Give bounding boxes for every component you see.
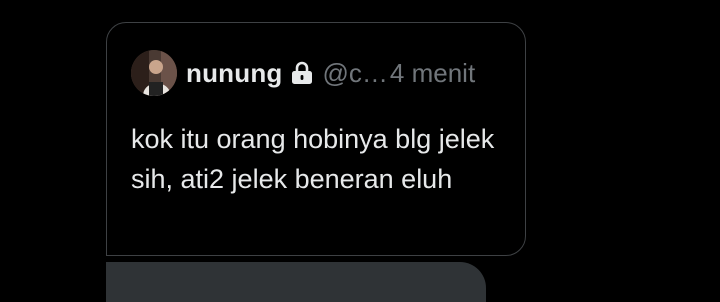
lock-icon xyxy=(289,61,315,85)
display-name[interactable]: nunung xyxy=(186,58,283,89)
user-avatar-icon xyxy=(131,50,177,96)
quoted-tweet-text: kok itu orang hobinya blg jelek sih, ati… xyxy=(131,124,495,194)
user-handle[interactable]: @c… xyxy=(323,58,388,89)
quoted-tweet-header: nunung @c… 4 menit xyxy=(131,50,475,96)
quoted-tweet-card[interactable]: nunung @c… 4 menit kok itu orang hobinya… xyxy=(106,22,526,256)
timestamp[interactable]: 4 menit xyxy=(390,58,475,89)
avatar[interactable] xyxy=(131,50,177,96)
next-message-bubble[interactable] xyxy=(106,262,486,302)
